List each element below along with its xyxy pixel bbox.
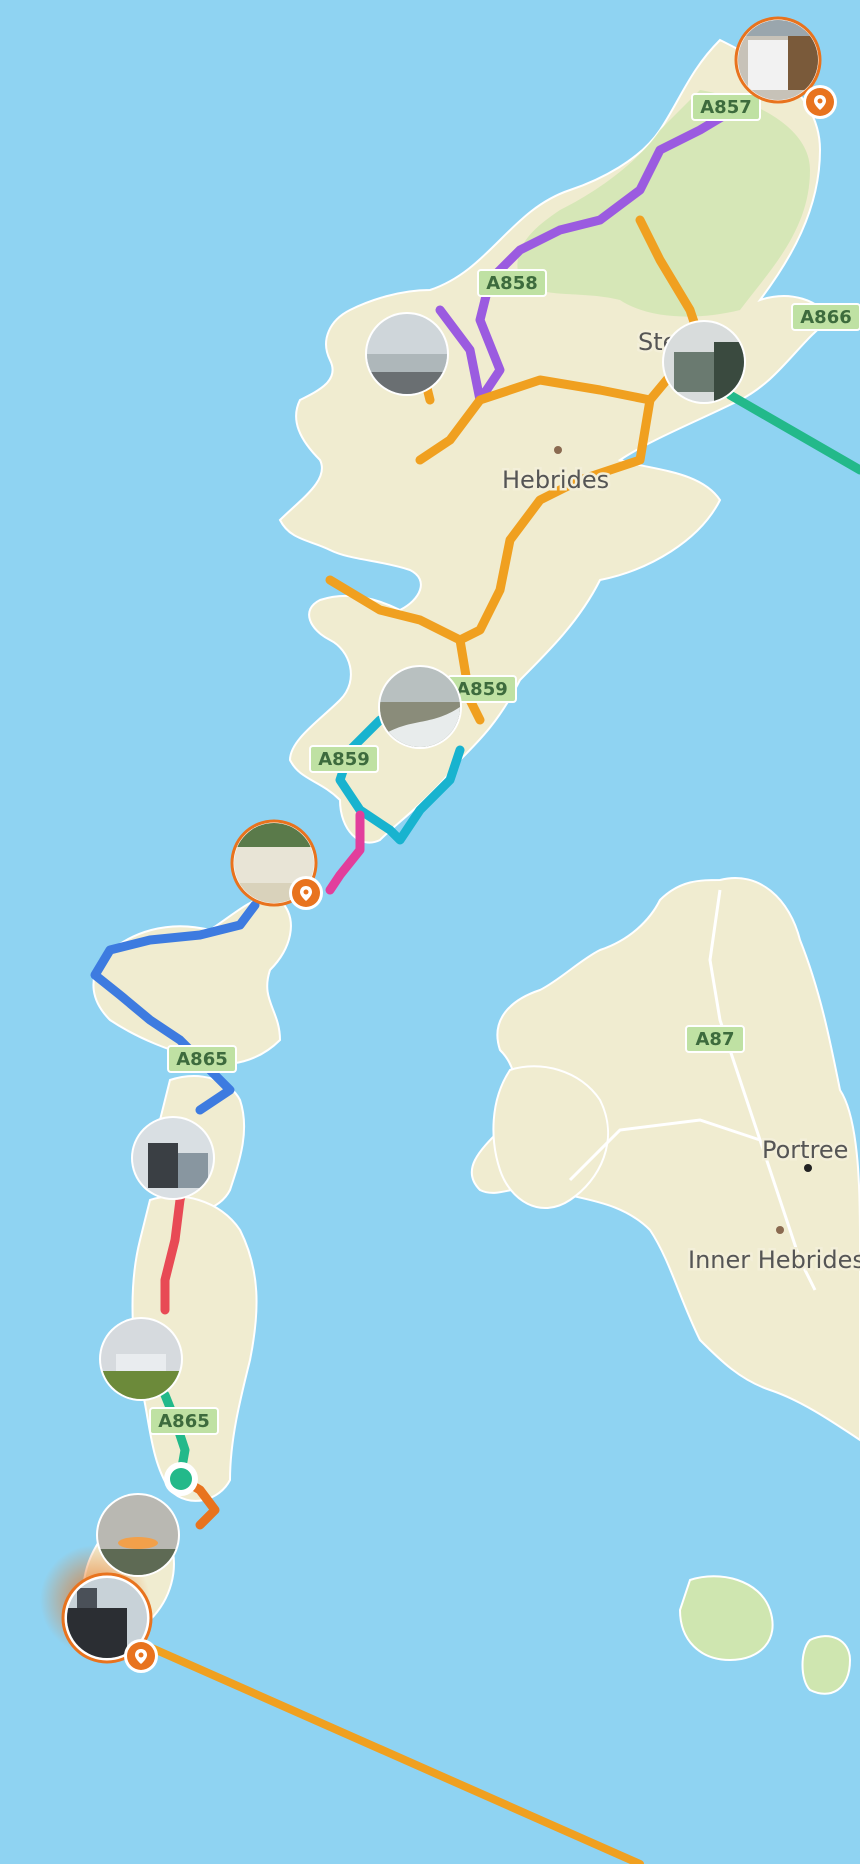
svg-text:A866: A866 — [800, 307, 852, 328]
photo-marker[interactable] — [378, 665, 462, 749]
map-canvas[interactable]: A857 A858 A866 A859 A859 A865 A87 A865 S… — [0, 0, 860, 1864]
svg-text:A857: A857 — [700, 97, 752, 118]
road-shield: A857 — [691, 93, 761, 121]
svg-text:A859: A859 — [456, 679, 508, 700]
location-pin-icon — [124, 1639, 158, 1673]
svg-text:A858: A858 — [486, 273, 538, 294]
photo-marker[interactable] — [131, 1116, 215, 1200]
svg-text:A87: A87 — [696, 1029, 735, 1050]
road-shield: A865 — [167, 1045, 237, 1073]
road-shield: A858 — [477, 269, 547, 297]
road-shield: A87 — [685, 1025, 745, 1053]
svg-text:A859: A859 — [318, 749, 370, 770]
map-view[interactable]: A857 A858 A866 A859 A859 A865 A87 A865 S… — [0, 0, 860, 1864]
place-inner-hebrides[interactable]: Inner Hebrides — [686, 1244, 860, 1277]
svg-text:A865: A865 — [158, 1411, 210, 1432]
photo-marker[interactable] — [96, 1493, 180, 1577]
place-dot — [776, 1226, 784, 1234]
place-portree[interactable]: Portree — [760, 1134, 851, 1167]
location-pin-icon — [803, 85, 837, 119]
road-shield: A865 — [149, 1407, 219, 1435]
photo-marker[interactable] — [662, 320, 746, 404]
photo-marker[interactable] — [99, 1317, 183, 1401]
location-pin-icon — [289, 876, 323, 910]
road-shield: A859 — [309, 745, 379, 773]
place-hebrides[interactable]: Hebrides — [500, 464, 612, 497]
photo-marker[interactable] — [365, 312, 449, 396]
start-dot-icon[interactable] — [164, 1462, 198, 1496]
place-dot — [554, 446, 562, 454]
road-shield: A866 — [791, 303, 860, 331]
place-dot — [804, 1164, 812, 1172]
land-small-island-2 — [801, 1635, 852, 1695]
svg-text:A865: A865 — [176, 1049, 228, 1070]
